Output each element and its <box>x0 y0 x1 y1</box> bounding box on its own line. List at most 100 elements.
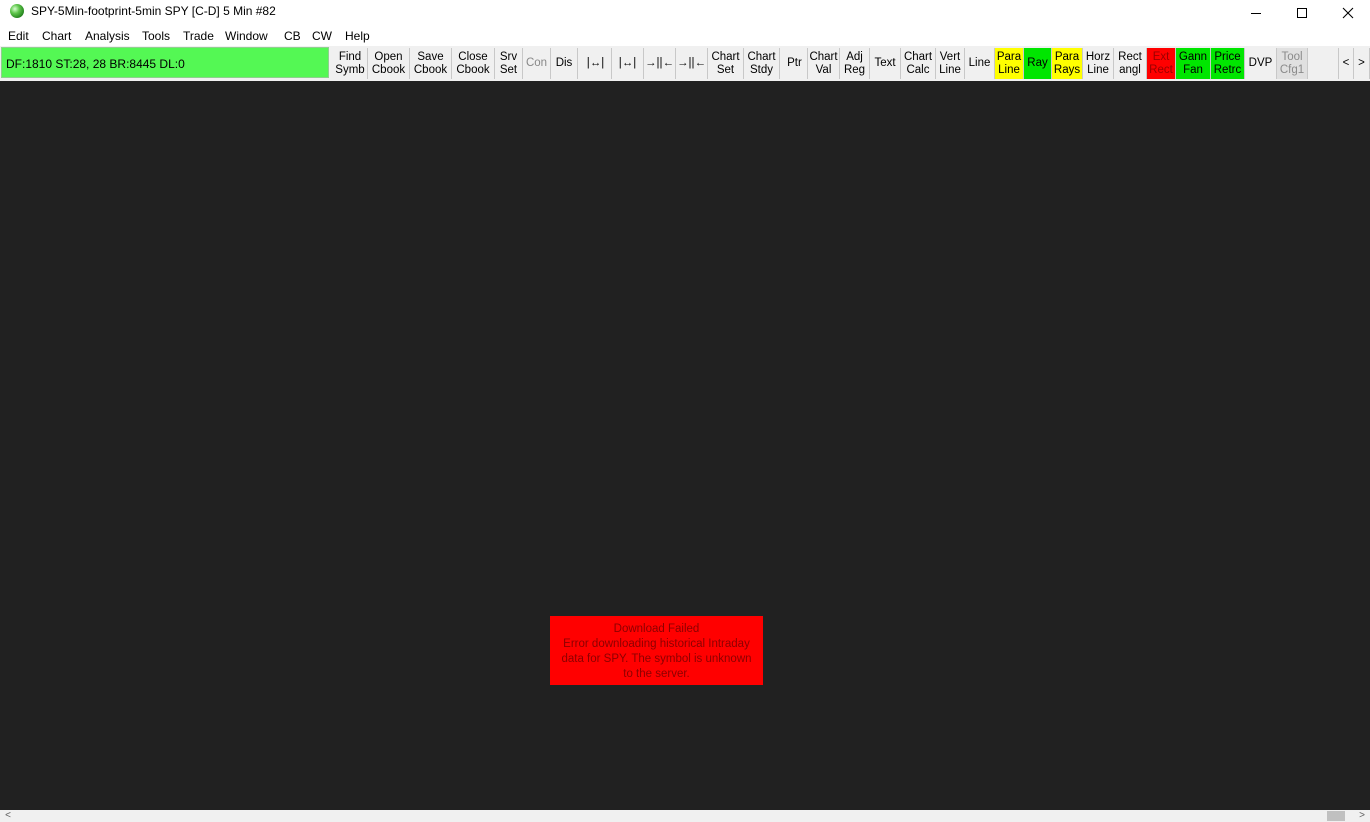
button-label: Cbook <box>413 63 448 76</box>
compress-bars-small-button[interactable]: →||← <box>676 48 708 79</box>
button-label: Stdy <box>749 63 773 76</box>
close-chartbook-button[interactable]: Close Cbook <box>452 48 495 79</box>
rectangle-tool-button[interactable]: Rect angl <box>1114 48 1147 79</box>
menu-trade[interactable]: Trade <box>183 29 214 43</box>
server-settings-button[interactable]: Srv Set <box>495 48 523 79</box>
close-icon <box>1342 7 1354 18</box>
button-label: Gann <box>1178 50 1208 63</box>
menu-tools[interactable]: Tools <box>142 29 170 43</box>
button-label: Cfg1 <box>1279 63 1305 76</box>
button-label: Symb <box>335 63 365 76</box>
text-tool-button[interactable]: Text <box>870 48 901 79</box>
button-label: Chart <box>747 50 776 63</box>
chart-area[interactable]: Download Failed Error downloading histor… <box>0 81 1370 810</box>
button-label: Cbook <box>456 63 490 76</box>
button-label: Chart <box>711 50 740 63</box>
button-label: Line <box>1087 63 1109 76</box>
button-label: Chart <box>903 50 933 63</box>
window-title: SPY-5Min-footprint-5min SPY [C-D] 5 Min … <box>31 4 276 18</box>
button-label: Horz <box>1085 50 1111 63</box>
parallel-rays-button[interactable]: Para Rays <box>1052 48 1083 79</box>
button-label: Vert <box>939 50 961 63</box>
scroll-thumb[interactable] <box>1327 811 1345 821</box>
save-chartbook-button[interactable]: Save Cbook <box>410 48 452 79</box>
error-detail-line: data for SPY. The symbol is unknown <box>561 653 752 665</box>
button-label: Ptr <box>787 57 802 69</box>
menu-cw[interactable]: CW <box>312 29 332 43</box>
scroll-left-arrow[interactable]: < <box>0 810 16 822</box>
ray-tool-button[interactable]: Ray <box>1024 48 1052 79</box>
button-label: Ext <box>1152 50 1170 63</box>
chart-settings-button[interactable]: Chart Set <box>708 48 744 79</box>
button-label: Para <box>996 50 1022 63</box>
button-label: DVP <box>1248 57 1273 69</box>
button-label: Adj <box>846 50 863 63</box>
toolbar-scroll-left-button[interactable]: < <box>1338 48 1354 79</box>
globe-icon <box>10 4 24 18</box>
close-button[interactable] <box>1325 0 1370 25</box>
price-retracement-button[interactable]: Price Retrc <box>1211 48 1245 79</box>
button-label: Price <box>1214 50 1241 63</box>
maximize-icon <box>1297 7 1307 18</box>
menu-chart[interactable]: Chart <box>42 29 71 43</box>
button-label: Val <box>815 63 832 76</box>
button-label: Line <box>939 63 961 76</box>
status-text: DF:1810 ST:28, 28 BR:8445 DL:0 <box>6 57 185 71</box>
minimize-button[interactable] <box>1233 0 1279 25</box>
menu-analysis[interactable]: Analysis <box>85 29 130 43</box>
horizontal-line-button[interactable]: Horz Line <box>1083 48 1114 79</box>
extended-rectangle-button[interactable]: Ext Rect <box>1147 48 1176 79</box>
button-label: Tool <box>1281 50 1303 63</box>
maximize-button[interactable] <box>1279 0 1325 25</box>
chevron-right-icon: > <box>1358 57 1365 69</box>
expand-bars-button[interactable]: |↔| <box>580 48 612 79</box>
vertical-line-button[interactable]: Vert Line <box>936 48 965 79</box>
title-bar: SPY-5Min-footprint-5min SPY [C-D] 5 Min … <box>0 0 1370 25</box>
find-symbol-button[interactable]: Find Symb <box>333 48 368 79</box>
button-label: Rect <box>1118 50 1142 63</box>
button-label: Find <box>338 50 362 63</box>
button-label: Cbook <box>371 63 406 76</box>
compress-icon: →||← <box>645 57 674 69</box>
connect-button[interactable]: Con <box>523 48 551 79</box>
button-label: Calc <box>906 63 930 76</box>
menu-cb[interactable]: CB <box>284 29 301 43</box>
button-label: Line <box>968 57 991 69</box>
gann-fan-button[interactable]: Gann Fan <box>1176 48 1211 79</box>
chart-studies-button[interactable]: Chart Stdy <box>744 48 780 79</box>
button-label: Reg <box>843 63 866 76</box>
tool-config-button[interactable]: Tool Cfg1 <box>1277 48 1308 79</box>
expand-bars-small-button[interactable]: |↔| <box>612 48 644 79</box>
menu-edit[interactable]: Edit <box>8 29 29 43</box>
compress-bars-button[interactable]: →||← <box>644 48 676 79</box>
error-title: Download Failed <box>613 623 700 635</box>
button-label: Srv <box>499 50 518 63</box>
button-label: Set <box>499 63 518 76</box>
button-label: Open <box>374 50 403 63</box>
button-label: Dis <box>555 57 573 69</box>
menu-window[interactable]: Window <box>225 29 268 43</box>
error-detail-line: Error downloading historical Intraday <box>563 638 750 650</box>
download-failed-message: Download Failed Error downloading histor… <box>550 616 763 685</box>
line-tool-button[interactable]: Line <box>965 48 995 79</box>
button-label: Retrc <box>1213 63 1242 76</box>
button-label: Para <box>1054 50 1080 63</box>
expand-small-icon: |↔| <box>618 57 637 69</box>
button-label: Rays <box>1053 63 1081 76</box>
chart-calculator-button[interactable]: Chart Calc <box>901 48 936 79</box>
horizontal-scrollbar[interactable]: < > <box>0 810 1370 822</box>
pointer-button[interactable]: Ptr <box>782 48 808 79</box>
button-label: Set <box>716 63 735 76</box>
chart-values-button[interactable]: Chart Val <box>808 48 840 79</box>
open-chartbook-button[interactable]: Open Cbook <box>368 48 410 79</box>
button-label: Close <box>458 50 488 63</box>
toolbar-scroll-right-button[interactable]: > <box>1354 48 1370 79</box>
scroll-right-arrow[interactable]: > <box>1354 810 1370 822</box>
parallel-line-button[interactable]: Para Line <box>995 48 1024 79</box>
menu-help[interactable]: Help <box>345 29 370 43</box>
button-label: Save <box>417 50 444 63</box>
button-label: Chart <box>809 50 838 63</box>
adjust-region-button[interactable]: Adj Reg <box>840 48 870 79</box>
disconnect-button[interactable]: Dis <box>551 48 578 79</box>
dvp-button[interactable]: DVP <box>1245 48 1277 79</box>
